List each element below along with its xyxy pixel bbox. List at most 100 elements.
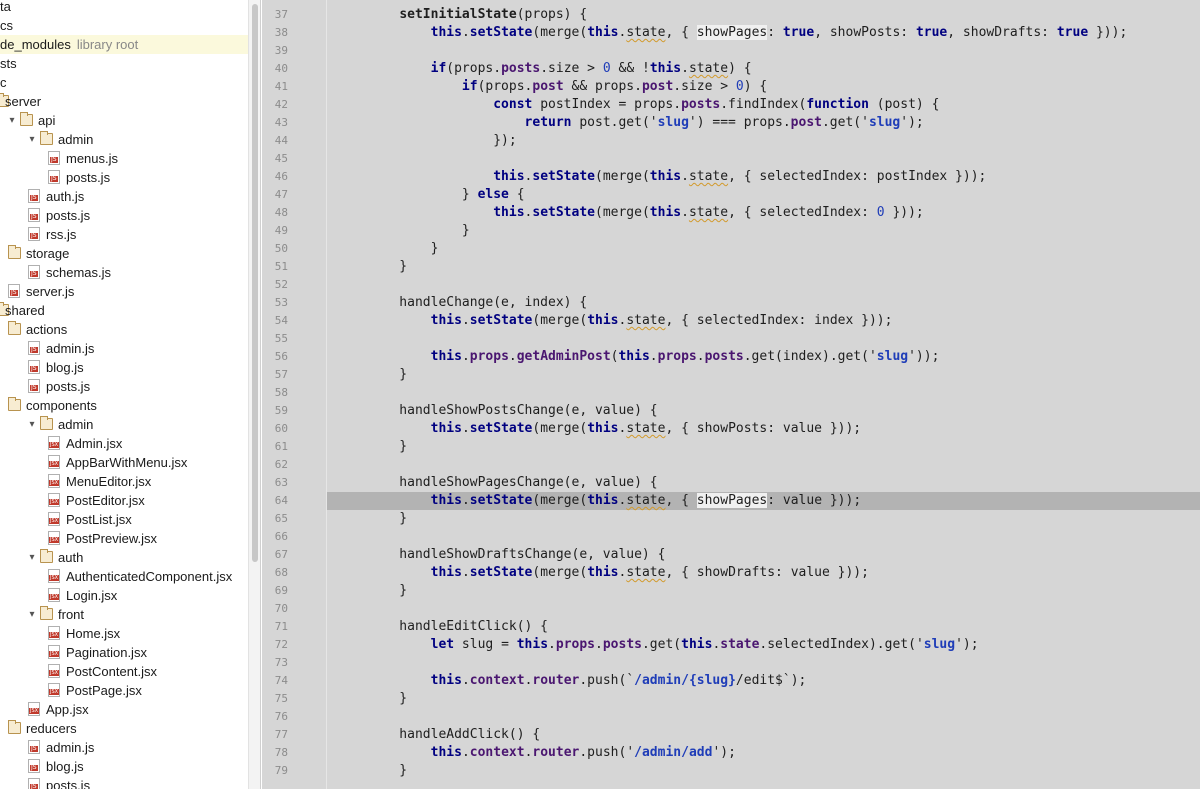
line-number: 59 [274, 404, 288, 417]
code-line[interactable]: } [368, 582, 407, 600]
code-line[interactable]: }); [368, 132, 517, 150]
code-line[interactable]: this.setState(merge(this.state, { showPo… [368, 420, 862, 438]
tree-item-name: admin [58, 417, 94, 432]
code-line[interactable]: this.setState(merge(this.state, { select… [368, 204, 924, 222]
code-line[interactable]: } [368, 762, 407, 780]
tree-file[interactable]: blog.js [0, 757, 248, 776]
tree-item[interactable]: cs [0, 16, 248, 35]
tree-file[interactable]: PostContent.jsx [0, 662, 248, 681]
chevron-down-icon[interactable]: ▾ [26, 605, 38, 624]
tree-file[interactable]: App.jsx [0, 700, 248, 719]
tree-file[interactable]: PostList.jsx [0, 510, 248, 529]
code-line[interactable]: this.setState(merge(this.state, { select… [368, 168, 986, 186]
code-line[interactable]: this.setState(merge(this.state, { showPa… [368, 492, 861, 510]
tree-file[interactable]: admin.js [0, 738, 248, 757]
tree-folder[interactable]: reducers [0, 719, 248, 738]
tree-file[interactable]: rss.js [0, 225, 248, 244]
tree-folder[interactable]: ▾ admin [0, 415, 248, 434]
line-number: 78 [274, 746, 288, 759]
tree-file[interactable]: admin.js [0, 339, 248, 358]
js-file-icon [48, 151, 60, 165]
code-line[interactable]: } else { [368, 186, 525, 204]
tree-file[interactable]: Pagination.jsx [0, 643, 248, 662]
chevron-down-icon[interactable]: ▾ [26, 130, 38, 149]
tree-folder[interactable]: ▾ front [0, 605, 248, 624]
tree-file[interactable]: auth.js [0, 187, 248, 206]
code-line[interactable]: } [368, 366, 407, 384]
code-line[interactable]: } [368, 258, 407, 276]
code-line[interactable]: setInitialState(props) { [368, 6, 587, 24]
tree-file[interactable]: MenuEditor.jsx [0, 472, 248, 491]
tree-folder[interactable]: components [0, 396, 248, 415]
tree-file[interactable]: server.js [0, 282, 248, 301]
code-line[interactable]: } [368, 510, 407, 528]
tree-file[interactable]: posts.js [0, 206, 248, 225]
code-line[interactable]: } [368, 240, 439, 258]
jsx-file-icon [48, 455, 60, 469]
tree-file[interactable]: Login.jsx [0, 586, 248, 605]
gutter-separator [326, 0, 327, 789]
code-line[interactable]: handleAddClick() { [368, 726, 540, 744]
tree-folder[interactable]: server [0, 92, 248, 111]
chevron-down-icon[interactable]: ▾ [26, 548, 38, 567]
code-line[interactable]: handleChange(e, index) { [368, 294, 587, 312]
tree-item-label: storage [26, 244, 69, 263]
tree-item-label: admin [58, 415, 93, 434]
tree-file[interactable]: PostPage.jsx [0, 681, 248, 700]
code-line[interactable]: this.props.getAdminPost(this.props.posts… [368, 348, 940, 366]
tree-folder[interactable]: storage [0, 244, 248, 263]
code-line[interactable]: if(props.post && props.post.size > 0) { [368, 78, 767, 96]
code-line[interactable]: handleShowPagesChange(e, value) { [368, 474, 657, 492]
chevron-down-icon[interactable]: ▾ [26, 415, 38, 434]
code-line[interactable]: this.setState(merge(this.state, { showDr… [368, 564, 869, 582]
tree-item-name: server [5, 94, 42, 109]
tree-file[interactable]: Admin.jsx [0, 434, 248, 453]
tree-file[interactable]: posts.js [0, 776, 248, 789]
code-line[interactable]: const postIndex = props.posts.findIndex(… [368, 96, 939, 114]
code-line[interactable]: let slug = this.props.posts.get(this.sta… [368, 636, 979, 654]
tree-folder[interactable]: shared [0, 301, 248, 320]
tree-item[interactable]: c [0, 73, 248, 92]
code-line[interactable]: handleEditClick() { [368, 618, 548, 636]
project-tree-scroll-thumb[interactable] [252, 4, 258, 562]
tree-file[interactable]: AppBarWithMenu.jsx [0, 453, 248, 472]
project-tree-scrollbar[interactable] [248, 0, 261, 789]
folder-icon [40, 131, 53, 145]
code-line[interactable]: this.context.router.push(`/admin/{slug}/… [368, 672, 807, 690]
tree-item-name: shared [5, 303, 45, 318]
tree-folder[interactable]: actions [0, 320, 248, 339]
tree-file[interactable]: PostEditor.jsx [0, 491, 248, 510]
code-line[interactable]: if(props.posts.size > 0 && !this.state) … [368, 60, 752, 78]
tree-folder[interactable]: ▾ auth [0, 548, 248, 567]
code-line[interactable]: } [368, 222, 470, 240]
js-file-icon [28, 379, 40, 393]
tree-file[interactable]: posts.js [0, 168, 248, 187]
tree-item[interactable]: sts [0, 54, 248, 73]
code-line[interactable]: handleShowDraftsChange(e, value) { [368, 546, 665, 564]
tree-item-label: cs [0, 16, 13, 35]
tree-file[interactable]: blog.js [0, 358, 248, 377]
code-editor[interactable]: 37 38 39 40 41 42 43 44 45 46 47 48 49 50 51 52 53 54 55 56… [262, 0, 1200, 789]
code-line[interactable]: } [368, 690, 407, 708]
tree-folder[interactable]: ▾ api [0, 111, 248, 130]
tree-item[interactable]: ta [0, 0, 248, 16]
tree-file[interactable]: posts.js [0, 377, 248, 396]
code-line[interactable]: this.setState(merge(this.state, { select… [368, 312, 893, 330]
tree-folder[interactable]: ▾ admin [0, 130, 248, 149]
code-line[interactable]: return post.get('slug') === props.post.g… [368, 114, 924, 132]
line-number: 79 [274, 764, 288, 777]
code-line[interactable]: this.context.router.push('/admin/add'); [368, 744, 736, 762]
tree-item[interactable]: de_modules library root [0, 35, 248, 54]
tree-file[interactable]: Home.jsx [0, 624, 248, 643]
js-file-icon [28, 778, 40, 789]
code-line[interactable]: this.setState(merge(this.state, { showPa… [368, 24, 1127, 42]
tree-file[interactable]: PostPreview.jsx [0, 529, 248, 548]
code-line[interactable]: handleShowPostsChange(e, value) { [368, 402, 657, 420]
folder-icon [8, 397, 21, 411]
code-line[interactable]: } [368, 438, 407, 456]
tree-file[interactable]: AuthenticatedComponent.jsx [0, 567, 248, 586]
chevron-down-icon[interactable]: ▾ [6, 111, 18, 130]
line-number: 40 [274, 62, 288, 75]
tree-file[interactable]: schemas.js [0, 263, 248, 282]
tree-file[interactable]: menus.js [0, 149, 248, 168]
